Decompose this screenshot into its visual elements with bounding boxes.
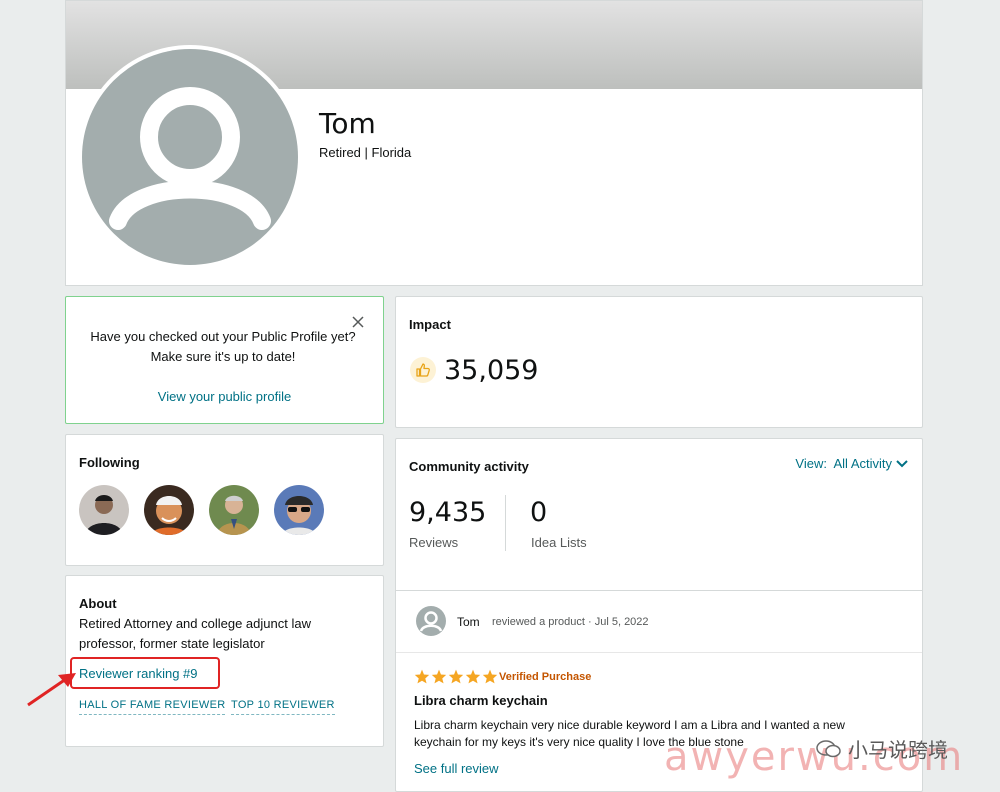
following-card: Following [65, 434, 384, 566]
star-icon [482, 669, 498, 684]
impact-label: Impact [409, 317, 451, 332]
close-icon[interactable] [351, 315, 365, 329]
reviewer-ranking-link[interactable]: Reviewer ranking #9 [79, 666, 198, 681]
idea-lists-count: 0 [530, 497, 548, 528]
post-author-name[interactable]: Tom [457, 615, 480, 629]
profile-subtitle: Retired | Florida [319, 145, 412, 160]
about-label: About [79, 596, 117, 611]
followed-user-avatar[interactable] [274, 485, 324, 535]
star-rating [414, 669, 498, 684]
followed-user-avatar[interactable] [209, 485, 259, 535]
impact-value: 35,059 [444, 355, 539, 386]
profile-avatar [78, 45, 302, 269]
watermark-brand-text: 小马说跨境 [848, 738, 948, 762]
post-author-avatar[interactable] [416, 606, 446, 636]
watermark-brand: 小马说跨境 [816, 734, 948, 763]
impact-card: Impact 35,059 [395, 296, 923, 428]
public-profile-notice: Have you checked out your Public Profile… [65, 296, 384, 424]
community-activity-label: Community activity [409, 459, 529, 474]
reviews-label: Reviews [409, 535, 459, 550]
view-public-profile-link[interactable]: View your public profile [66, 389, 383, 404]
see-full-review-link[interactable]: See full review [414, 761, 499, 776]
top-10-badge[interactable]: TOP 10 REVIEWER [231, 699, 335, 715]
red-arrow-annotation [27, 673, 76, 707]
wechat-icon [816, 739, 841, 757]
star-icon [431, 669, 447, 684]
about-text: Retired Attorney and college adjunct law… [79, 616, 311, 651]
star-icon [414, 669, 430, 684]
thumbs-up-icon [410, 357, 436, 383]
about-card: About Retired Attorney and college adjun… [65, 575, 384, 747]
post-meta: reviewed a product · Jul 5, 2022 [492, 616, 649, 628]
product-title[interactable]: Libra charm keychain [414, 693, 548, 708]
profile-header: Tom Retired | Florida [65, 0, 923, 286]
user-silhouette-icon [109, 87, 271, 230]
view-filter-dropdown[interactable]: View: All Activity [795, 456, 908, 471]
verified-purchase-label: Verified Purchase [499, 671, 592, 683]
divider [396, 652, 922, 653]
stat-divider [505, 495, 506, 551]
hall-of-fame-badge[interactable]: HALL OF FAME REVIEWER [79, 699, 226, 715]
reviews-count: 9,435 [409, 497, 487, 528]
profile-name: Tom [319, 107, 376, 140]
view-filter-label: View: All Activity [795, 456, 892, 471]
divider [396, 590, 922, 591]
following-label: Following [79, 455, 140, 470]
followed-user-avatar[interactable] [79, 485, 129, 535]
chevron-down-icon [896, 459, 908, 467]
idea-lists-label: Idea Lists [531, 535, 587, 550]
followed-user-avatar[interactable] [144, 485, 194, 535]
star-icon [448, 669, 464, 684]
star-icon [465, 669, 481, 684]
notice-text: Have you checked out your Public Profile… [90, 329, 356, 364]
